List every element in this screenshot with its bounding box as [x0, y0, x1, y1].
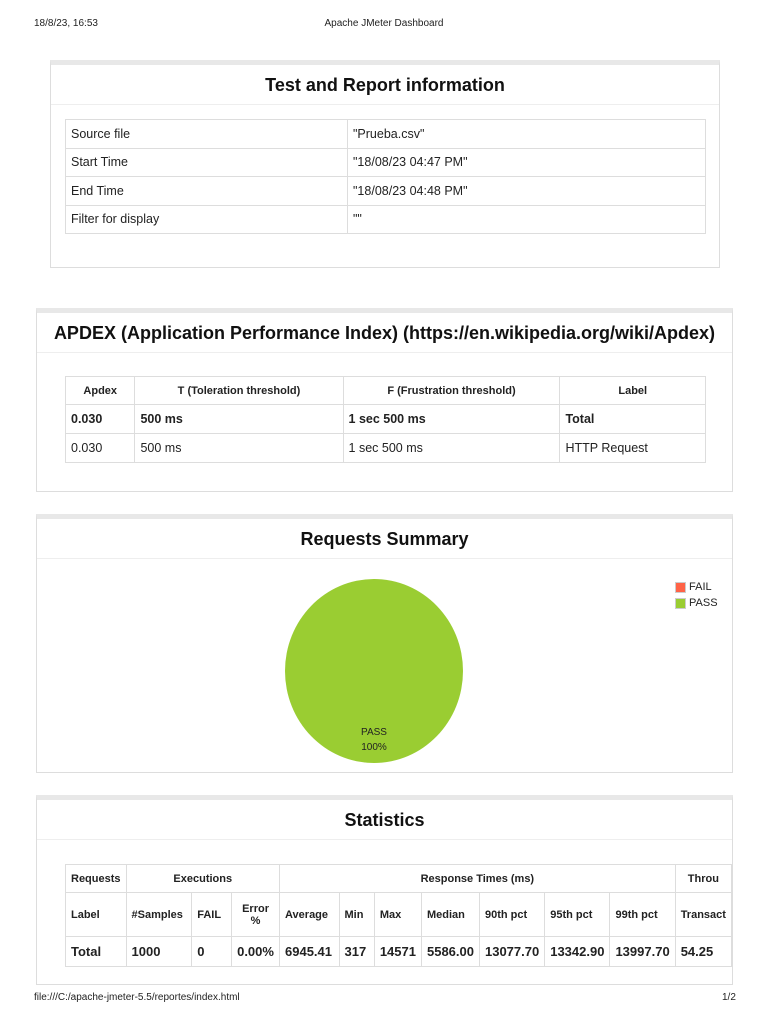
print-page: 1/2	[722, 992, 736, 1003]
requests-summary-panel: Requests Summary PASS 100% FAIL PASS	[36, 514, 733, 773]
stats-cell: 13077.70	[478, 936, 546, 967]
stats-cell: 0.00%	[231, 936, 281, 967]
column-group-header: Executions	[125, 864, 281, 893]
stats-cell: 5586.00	[420, 936, 480, 967]
stats-cell: 317	[338, 936, 375, 967]
stats-cell: Total	[65, 936, 127, 967]
info-value: "18/08/23 04:47 PM"	[347, 147, 706, 177]
panel-title: Requests Summary	[37, 519, 732, 559]
legend-label: PASS	[689, 597, 718, 609]
table-row: 0.030 500 ms 1 sec 500 ms HTTP Request	[64, 433, 706, 463]
column-group-header: Requests	[65, 864, 127, 893]
panel-title: APDEX (Application Performance Index) (h…	[37, 313, 732, 353]
apdex-cell: 1 sec 500 ms	[342, 404, 561, 434]
apdex-cell: 0.030	[64, 404, 136, 434]
panel-title: Statistics	[37, 800, 732, 840]
stats-cell: 54.25	[674, 936, 732, 967]
stats-cell: 13342.90	[544, 936, 611, 967]
stats-cell: 14571	[373, 936, 422, 967]
print-title: Apache JMeter Dashboard	[324, 18, 444, 29]
column-group-header: Response Times (ms)	[279, 864, 676, 893]
statistics-table: Requests Executions Response Times (ms) Thr…	[65, 864, 732, 967]
fail-swatch-icon	[675, 581, 686, 593]
chart-legend: FAIL PASS	[675, 579, 718, 611]
info-key: Start Time	[65, 147, 348, 177]
pie-pct: 100%	[361, 742, 387, 753]
info-value: ""	[347, 204, 706, 234]
stats-cell: 6945.41	[279, 936, 340, 967]
stats-cell: 0	[191, 936, 233, 967]
column-header[interactable]: Label	[559, 376, 706, 405]
info-key: Source file	[65, 119, 348, 149]
column-group-header: Throu	[674, 864, 732, 893]
apdex-table: Apdex T (Toleration threshold) F (Frustrat…	[64, 376, 706, 463]
column-header[interactable]: Median	[420, 892, 480, 937]
column-header[interactable]: Apdex	[64, 376, 136, 405]
column-header[interactable]: 95th pct	[544, 892, 611, 937]
info-key: End Time	[65, 176, 348, 206]
column-header[interactable]: FAIL	[191, 892, 233, 937]
table-row: 0.030 500 ms 1 sec 500 ms Total	[64, 404, 706, 434]
info-key: Filter for display	[65, 204, 348, 234]
apdex-cell: Total	[559, 404, 706, 434]
column-header[interactable]: Min	[338, 892, 375, 937]
column-header[interactable]: T (Toleration threshold)	[134, 376, 344, 405]
column-header[interactable]: Transact	[674, 892, 732, 937]
print-url: file:///C:/apache-jmeter-5.5/reportes/in…	[34, 992, 240, 1003]
panel-title: Test and Report information	[51, 65, 719, 105]
column-header[interactable]: Max	[373, 892, 422, 937]
column-header[interactable]: 99th pct	[609, 892, 676, 937]
apdex-cell: 0.030	[64, 433, 136, 463]
apdex-cell: HTTP Request	[559, 433, 706, 463]
table-row: End Time "18/08/23 04:48 PM"	[65, 176, 706, 206]
table-row: Start Time "18/08/23 04:47 PM"	[65, 147, 706, 177]
info-value: "18/08/23 04:48 PM"	[347, 176, 706, 206]
column-header[interactable]: 90th pct	[478, 892, 546, 937]
apdex-cell: 1 sec 500 ms	[342, 433, 561, 463]
table-row: Filter for display ""	[65, 204, 706, 234]
apdex-cell: 500 ms	[134, 404, 344, 434]
legend-label: FAIL	[689, 581, 712, 593]
pass-swatch-icon	[675, 597, 686, 609]
column-header[interactable]: Average	[279, 892, 340, 937]
legend-item[interactable]: FAIL	[675, 579, 718, 595]
legend-item[interactable]: PASS	[675, 595, 718, 611]
column-header[interactable]: F (Frustration threshold)	[342, 376, 561, 405]
info-table: Source file "Prueba.csv" Start Time "18/08/…	[65, 119, 706, 234]
pie-chart: PASS 100%	[285, 579, 463, 763]
column-header[interactable]: Error %	[231, 892, 281, 937]
statistics-panel: Statistics Requests Executions Response Ti…	[36, 795, 733, 985]
column-header[interactable]: #Samples	[125, 892, 193, 937]
apdex-cell: 500 ms	[134, 433, 344, 463]
table-row: Source file "Prueba.csv"	[65, 119, 706, 149]
pie-label: PASS	[361, 727, 387, 738]
stats-cell: 1000	[125, 936, 193, 967]
stats-cell: 13997.70	[609, 936, 676, 967]
apdex-panel: APDEX (Application Performance Index) (h…	[36, 308, 733, 492]
info-value: "Prueba.csv"	[347, 119, 706, 149]
column-header[interactable]: Label	[65, 892, 127, 937]
test-info-panel: Test and Report information Source file "…	[50, 60, 720, 268]
